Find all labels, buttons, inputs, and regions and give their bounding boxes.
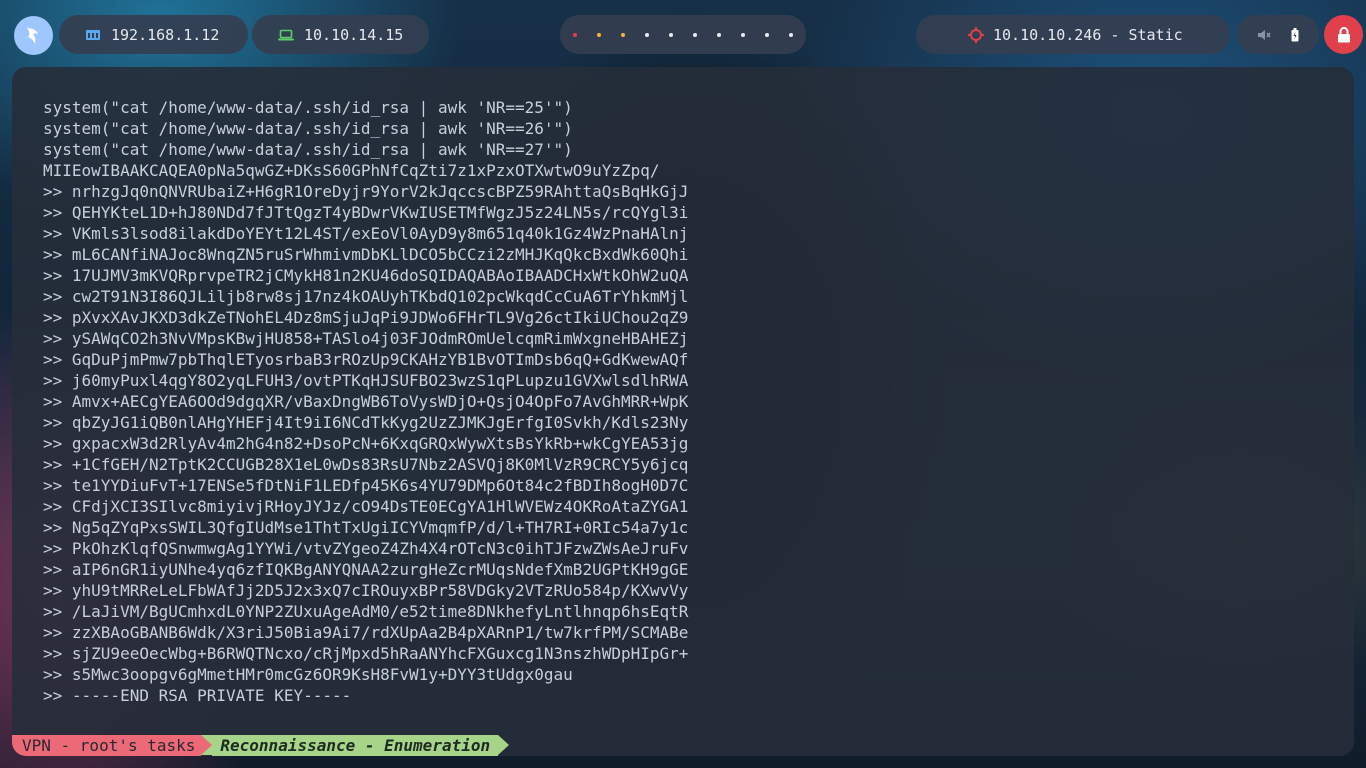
window-label[interactable]: Reconnaissance - Enumeration	[212, 735, 499, 756]
terminal-line: >> yhU9tMRReLeLFbWAfJj2D5J2x3xQ7cIROuyxB…	[43, 581, 689, 600]
lan-ip-widget[interactable]: 192.168.1.12	[59, 15, 248, 54]
terminal-line: >> QEHYKteL1D+hJ80NDd7fJTtQgzT4yBDwrVKwI…	[43, 203, 689, 222]
top-bar: 192.168.1.12 10.10.14.15 10.10.10.246 - …	[0, 0, 1366, 70]
terminal-line: >> pXvxXAvJKXD3dkZeTNohEL4Dz8mSjuJqPi9JD…	[43, 308, 689, 327]
target-text: 10.10.10.246 - Static	[993, 25, 1183, 44]
terminal-line: >> GqDuPjmPmw7pbThqlETyosrbaB3rROzUp9CKA…	[43, 350, 689, 369]
terminal-line: >> sjZU9eeOecWbg+B6RWQTNcxo/cRjMpxd5hRaA…	[43, 644, 689, 663]
terminal-line: >> Ng5qZYqPxsSWIL3QfgIUdMse1ThtTxUgiICYV…	[43, 518, 689, 537]
target-crosshair-icon	[968, 26, 984, 43]
terminal-line: system("cat /home/www-data/.ssh/id_rsa |…	[43, 98, 573, 117]
terminal-line: >> ySAWqCO2h3NvVMpsKBwjHU858+TASlo4j03FJ…	[43, 329, 689, 348]
workspace-5[interactable]	[669, 32, 673, 37]
workspaces	[560, 15, 806, 54]
workspace-7[interactable]	[717, 32, 721, 37]
terminal-line: >> 17UJMV3mKVQRprvpeTR2jCMykH81n2KU46doS…	[43, 266, 689, 285]
volume-muted-icon[interactable]	[1257, 28, 1271, 42]
powerline-separator	[201, 735, 213, 755]
tmux-status-bar: VPN - root's tasks Reconnaissance - Enum…	[12, 735, 510, 756]
terminal-line: >> +1CfGEH/N2TptK2CCUGB28X1eL0wDs83RsU7N…	[43, 455, 689, 474]
target-widget[interactable]: 10.10.10.246 - Static	[916, 15, 1230, 54]
laptop-icon	[278, 28, 294, 42]
terminal-line: >> Amvx+AECgYEA6OOd9dgqXR/vBaxDngWB6ToVy…	[43, 392, 689, 411]
terminal-line: >> aIP6nGR1iyUNhe4yq6zfIQKBgANYQNAA2zurg…	[43, 560, 689, 579]
terminal-output: system("cat /home/www-data/.ssh/id_rsa |…	[43, 97, 688, 706]
terminal-line: >> s5Mwc3oopgv6gMmetHMr0mcGz6OR9KsH8FvW1…	[43, 665, 573, 684]
powerline-separator-end	[498, 735, 510, 755]
terminal-line: >> te1YYDiuFvT+17ENSe5fDtNiF1LEDfp45K6s4…	[43, 476, 689, 495]
workspace-8[interactable]	[741, 32, 745, 37]
lan-ip-text: 192.168.1.12	[111, 25, 220, 44]
terminal-line: >> nrhzgJq0nQNVRUbaiZ+H6gR1OreDyjr9YorV2…	[43, 182, 689, 201]
battery-icon[interactable]	[1291, 27, 1299, 42]
vpn-ip-text: 10.10.14.15	[304, 25, 404, 44]
lock-screen-button[interactable]	[1324, 15, 1363, 54]
vpn-ip-widget[interactable]: 10.10.14.15	[252, 15, 429, 54]
terminal-line: system("cat /home/www-data/.ssh/id_rsa |…	[43, 140, 573, 159]
terminal-line: >> gxpacxW3d2RlyAv4m2hG4n82+DsoPcN+6KxqG…	[43, 434, 689, 453]
workspace-1[interactable]	[573, 32, 577, 37]
workspace-3[interactable]	[621, 32, 625, 37]
terminal-line: >> zzXBAoGBANB6Wdk/X3riJ50Bia9Ai7/rdXUpA…	[43, 623, 689, 642]
terminal-line: >> cw2T91N3I86QJLiljb8rw8sj17nz4kOAUyhTK…	[43, 287, 689, 306]
lock-icon	[1337, 26, 1351, 43]
terminal-window[interactable]: system("cat /home/www-data/.ssh/id_rsa |…	[12, 67, 1354, 756]
system-tray	[1237, 15, 1319, 54]
terminal-line: >> /LaJiVM/BgUCmhxdL0YNP2ZUxuAgeAdM0/e52…	[43, 602, 689, 621]
terminal-line: >> mL6CANfiNAJoc8WnqZN5ruSrWhmivmDbKLlDC…	[43, 245, 689, 264]
terminal-line: system("cat /home/www-data/.ssh/id_rsa |…	[43, 119, 573, 138]
terminal-line: >> CFdjXCI3SIlvc8miyivjRHoyJYJz/cO94DsTE…	[43, 497, 689, 516]
terminal-line: >> PkOhzKlqfQSnwmwgAg1YYWi/vtvZYgeoZ4Zh4…	[43, 539, 689, 558]
workspace-4[interactable]	[645, 32, 649, 37]
terminal-line: >> -----END RSA PRIVATE KEY-----	[43, 686, 352, 705]
terminal-line: >> VKmls3lsod8ilakdDoYEYt12L4ST/exEoVl0A…	[43, 224, 689, 243]
terminal-line: >> qbZyJG1iQB0nlAHgYHEFj4It9iI6NCdTkKyg2…	[43, 413, 689, 432]
workspace-9[interactable]	[765, 32, 769, 37]
session-label[interactable]: VPN - root's tasks	[12, 735, 202, 756]
dragon-logo-icon	[23, 25, 45, 47]
terminal-line: >> j60myPuxl4qgY8O2yqLFUH3/ovtPTKqHJSUFB…	[43, 371, 689, 390]
workspace-6[interactable]	[693, 32, 697, 37]
workspace-10[interactable]	[789, 32, 793, 37]
network-icon	[85, 28, 101, 42]
workspace-2[interactable]	[597, 32, 601, 37]
app-launcher-button[interactable]	[14, 16, 53, 55]
terminal-line: MIIEowIBAAKCAQEA0pNa5qwGZ+DKsS60GPhNfCqZ…	[43, 161, 660, 180]
